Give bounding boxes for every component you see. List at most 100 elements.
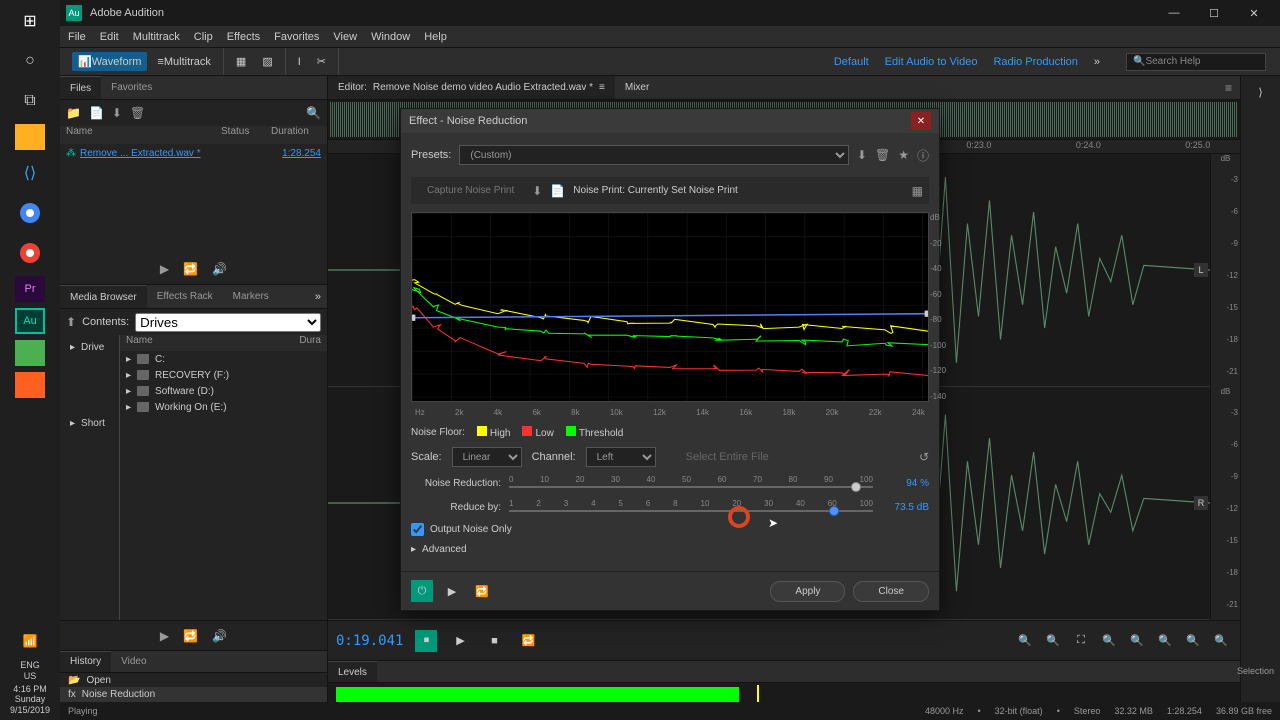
tab-effects-rack[interactable]: Effects Rack [147,285,223,308]
scale-select[interactable]: Linear [452,447,522,467]
zoom-sel-icon[interactable]: 🔍 [1098,630,1120,652]
task-view-icon[interactable]: ⧉ [11,84,49,118]
tree-drives[interactable]: ▸ Drive [64,339,115,355]
drive-item[interactable]: ▸Software (D:) [120,383,327,399]
editor-tab[interactable]: Editor: Remove Noise demo video Audio Ex… [328,76,615,99]
zoom-icon[interactable]: 🔍 [1182,630,1204,652]
menu-edit[interactable]: Edit [100,31,119,43]
tool-icon[interactable]: ▨ [256,52,278,71]
history-item[interactable]: 📂 Open [60,673,327,687]
history-item[interactable]: fx Noise Reduction [60,687,327,701]
loop-icon[interactable]: 🔁 [183,262,198,276]
menu-window[interactable]: Window [371,31,410,43]
multitrack-button[interactable]: ≡ Multitrack [151,53,216,71]
noise-reduction-slider[interactable]: 0102030405060708090100 [509,475,873,491]
collapsed-panel-icon[interactable]: ⟩ [1258,86,1262,99]
chrome-canary-icon[interactable] [11,236,49,270]
dialog-titlebar[interactable]: Effect - Noise Reduction ✕ [401,109,939,133]
apply-button[interactable]: Apply [770,581,845,602]
play-button[interactable]: ▶ [449,630,471,652]
loop-button[interactable]: 🔁 [517,630,539,652]
menu-clip[interactable]: Clip [194,31,213,43]
zoom-out-icon[interactable]: 🔍 [1042,630,1064,652]
output-noise-only-checkbox[interactable] [411,523,424,536]
drive-item[interactable]: ▸Working On (E:) [120,399,327,415]
search-icon[interactable]: ○ [11,44,49,78]
workspace-edit-audio[interactable]: Edit Audio to Video [885,56,978,68]
tree-item[interactable]: ▸ Short [64,415,115,431]
load-noise-print-icon[interactable]: 📄 [550,184,565,198]
col-status[interactable]: Status [221,126,271,144]
clock[interactable]: 4:16 PMSunday9/15/2019 [10,684,50,716]
drive-item[interactable]: ▸RECOVERY (F:) [120,367,327,383]
new-file-icon[interactable]: 📄 [89,106,104,120]
camtasia-icon[interactable] [15,340,45,366]
save-preset-icon[interactable]: ⬇ [857,148,867,162]
loop-icon[interactable]: 🔁 [183,629,198,643]
premiere-icon[interactable]: Pr [15,276,45,302]
file-row[interactable]: ⁂ Remove ... Extracted.wav * 1:28.254 [60,144,327,162]
graph-toggle-icon[interactable]: ▦ [912,184,923,198]
preview-loop-icon[interactable]: 🔁 [471,580,493,602]
stop-button[interactable]: ⏹ [415,630,437,652]
audition-icon[interactable]: Au [15,308,45,334]
chrome-icon[interactable] [11,196,49,230]
capture-noise-print-button[interactable]: Capture Noise Print [417,181,524,200]
up-folder-icon[interactable]: ⬆ [66,315,76,329]
tool-icon[interactable]: ✂ [311,52,332,71]
mb-col-name[interactable]: Name [126,335,299,351]
tab-video[interactable]: Video [111,651,156,672]
panel-menu-icon[interactable]: ≡ [1217,81,1240,95]
pause-button[interactable]: ■ [483,630,505,652]
play-icon[interactable]: ▶ [160,629,169,643]
help-icon[interactable]: ⓘ [917,147,929,164]
presets-select[interactable]: (Custom) [459,145,849,165]
lang-indicator[interactable]: ENGUS [20,660,40,682]
tool-icon[interactable]: I [292,53,307,71]
favorite-icon[interactable]: ★ [898,148,909,162]
minimize-button[interactable]: — [1154,0,1194,26]
trash-icon[interactable]: 🗑 [130,106,145,120]
maximize-button[interactable]: ☐ [1194,0,1234,26]
close-button[interactable]: ✕ [1234,0,1274,26]
mixer-tab[interactable]: Mixer [615,76,659,99]
zoom-icon[interactable]: 🔍 [1126,630,1148,652]
menu-view[interactable]: View [333,31,357,43]
noise-reduction-value[interactable]: 94 % [881,478,929,489]
preview-play-icon[interactable]: ▶ [441,580,463,602]
tab-media-browser[interactable]: Media Browser [60,285,147,308]
menu-file[interactable]: File [68,31,86,43]
menu-favorites[interactable]: Favorites [274,31,319,43]
tab-history[interactable]: History [60,651,111,672]
zoom-in-icon[interactable]: 🔍 [1014,630,1036,652]
import-icon[interactable]: ⬇ [112,106,122,120]
delete-preset-icon[interactable]: 🗑 [875,148,890,162]
auto-play-icon[interactable]: 🔊 [212,629,227,643]
spectrum-chart[interactable]: dB-20-40-60-80-100-120-140 [411,212,929,402]
search-input[interactable]: 🔍 Search Help [1126,53,1266,71]
reduce-by-value[interactable]: 73.5 dB [881,502,929,513]
workspace-more-icon[interactable]: » [1094,56,1100,68]
zoom-icon[interactable]: 🔍 [1210,630,1232,652]
contents-select[interactable]: Drives [135,313,321,332]
menu-help[interactable]: Help [424,31,447,43]
auto-play-icon[interactable]: 🔊 [212,262,227,276]
tab-favorites[interactable]: Favorites [101,76,162,99]
workspace-radio[interactable]: Radio Production [993,56,1077,68]
save-noise-print-icon[interactable]: ⬇ [532,184,542,198]
mb-col-dura[interactable]: Dura [299,335,321,351]
zoom-icon[interactable]: 🔍 [1154,630,1176,652]
channel-select[interactable]: Left [586,447,656,467]
dialog-close-button[interactable]: ✕ [911,112,931,130]
col-name[interactable]: Name [66,126,221,144]
select-entire-file-button[interactable]: Select Entire File [686,451,769,463]
more-icon[interactable]: » [309,291,327,303]
wifi-icon[interactable]: 📶 [11,624,49,658]
workspace-default[interactable]: Default [834,56,869,68]
start-icon[interactable]: ⊞ [11,4,49,38]
play-icon[interactable]: ▶ [160,262,169,276]
tool-icon[interactable]: ▦ [230,52,252,71]
tab-levels[interactable]: Levels [328,661,377,682]
menu-multitrack[interactable]: Multitrack [133,31,180,43]
reset-icon[interactable]: ↺ [919,450,929,464]
